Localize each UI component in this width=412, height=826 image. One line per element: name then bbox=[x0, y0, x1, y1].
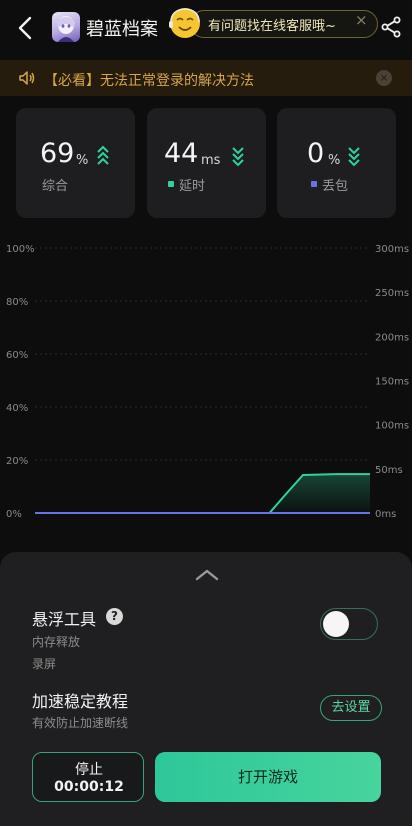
screen-record-label: 录屏 bbox=[32, 657, 57, 671]
stop-button[interactable]: 停止 00:00:12 bbox=[32, 752, 144, 802]
float-tool-title: 悬浮工具 bbox=[32, 610, 97, 629]
left-axis-tick-label: 20% bbox=[6, 456, 28, 467]
right-axis-tick-label: 300ms bbox=[375, 244, 409, 255]
go-settings-button[interactable]: 去设置 bbox=[320, 695, 382, 721]
latency-value: 44 bbox=[164, 138, 199, 169]
left-axis-tick-label: 60% bbox=[6, 350, 28, 361]
service-text[interactable]: 有问题找在线客服哦~ bbox=[208, 15, 336, 34]
help-icon[interactable]: ? bbox=[106, 608, 123, 625]
left-axis-tick-label: 80% bbox=[6, 297, 28, 308]
memory-release-label: 内存释放 bbox=[32, 635, 81, 649]
sheet-handle-chevron-up-icon[interactable] bbox=[194, 568, 220, 582]
stop-label[interactable]: 停止 bbox=[33, 759, 145, 779]
overall-value: 69 bbox=[40, 138, 75, 169]
latency-unit: ms bbox=[201, 153, 221, 168]
latency-area bbox=[35, 474, 370, 513]
customer-service-emoji-icon[interactable] bbox=[168, 6, 202, 40]
latency-label: 延时 bbox=[179, 179, 206, 194]
left-axis-tick-label: 40% bbox=[6, 403, 28, 414]
notice-text[interactable]: 【必看】无法正常登录的解决方法 bbox=[44, 70, 254, 90]
loss-value: 0 bbox=[307, 138, 325, 169]
notice-close-icon[interactable]: × bbox=[376, 70, 392, 86]
overall-unit: % bbox=[76, 153, 89, 168]
game-title: 碧蓝档案 bbox=[86, 19, 158, 40]
game-icon bbox=[52, 12, 80, 42]
right-axis-tick-label: 0ms bbox=[375, 509, 396, 520]
toggle-knob[interactable] bbox=[323, 611, 349, 637]
trend-up-icon bbox=[97, 145, 109, 165]
latency-legend-dot bbox=[168, 181, 174, 187]
service-close-icon[interactable]: × bbox=[355, 11, 368, 29]
right-axis-tick-label: 250ms bbox=[375, 288, 409, 299]
network-chart: 100% 80% 60% 40% 20% 0% 300ms 250ms 200ms 150ms 1… bbox=[6, 244, 409, 520]
tutorial-subtitle: 有效防止加速断线 bbox=[32, 716, 129, 730]
left-axis-tick-label: 0% bbox=[6, 509, 22, 520]
trend-down-icon bbox=[232, 147, 244, 167]
loss-unit: % bbox=[328, 153, 341, 168]
back-arrow-icon[interactable] bbox=[14, 14, 38, 42]
loss-label: 丢包 bbox=[322, 179, 349, 194]
right-axis-tick-label: 200ms bbox=[375, 332, 409, 343]
trend-down-icon bbox=[348, 147, 360, 167]
speaker-icon bbox=[19, 71, 35, 85]
elapsed-timer[interactable]: 00:00:12 bbox=[33, 779, 145, 795]
right-axis-tick-label: 150ms bbox=[375, 377, 409, 388]
left-axis-tick-label: 100% bbox=[6, 244, 35, 255]
overall-label: 综合 bbox=[42, 179, 69, 194]
share-icon[interactable] bbox=[380, 16, 402, 38]
open-game-button[interactable]: 打开游戏 bbox=[155, 752, 381, 802]
tutorial-title: 加速稳定教程 bbox=[32, 692, 129, 711]
loss-legend-dot bbox=[311, 181, 317, 187]
right-axis-tick-label: 50ms bbox=[375, 465, 403, 476]
right-axis-tick-label: 100ms bbox=[375, 421, 409, 432]
